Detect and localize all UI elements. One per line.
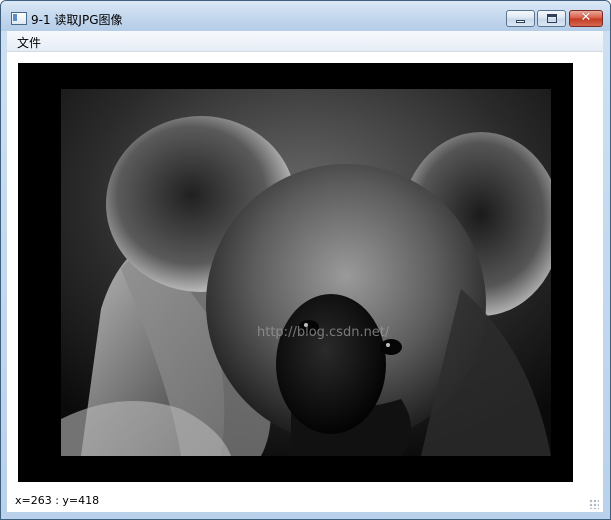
menu-item-file[interactable]: 文件 [17,34,41,51]
resize-grip-icon[interactable] [589,499,599,509]
close-button[interactable]: ✕ [569,10,603,27]
watermark-text: http://blog.csdn.net/ [257,325,390,340]
maximize-button[interactable] [537,10,566,27]
cursor-coordinates: x=263 : y=418 [15,494,100,507]
image-display[interactable]: http://blog.csdn.net/ [18,63,573,482]
window-title: 9-1 读取JPG图像 [31,13,123,27]
koala-photo: http://blog.csdn.net/ [61,89,551,456]
app-window-icon[interactable] [11,12,27,25]
minimize-button[interactable] [506,10,535,27]
main-window: 9-1 读取JPG图像 ✕ 文件 http://blog.csdn.net/ x… [0,0,611,520]
client-area: http://blog.csdn.net/ x=263 : y=418 [7,52,603,512]
close-icon: ✕ [580,10,592,25]
menu-bar: 文件 [7,31,603,52]
title-bar[interactable]: 9-1 读取JPG图像 ✕ [1,1,610,31]
minimize-icon [516,20,525,23]
status-bar: x=263 : y=418 [7,487,603,512]
maximize-icon [547,14,557,23]
